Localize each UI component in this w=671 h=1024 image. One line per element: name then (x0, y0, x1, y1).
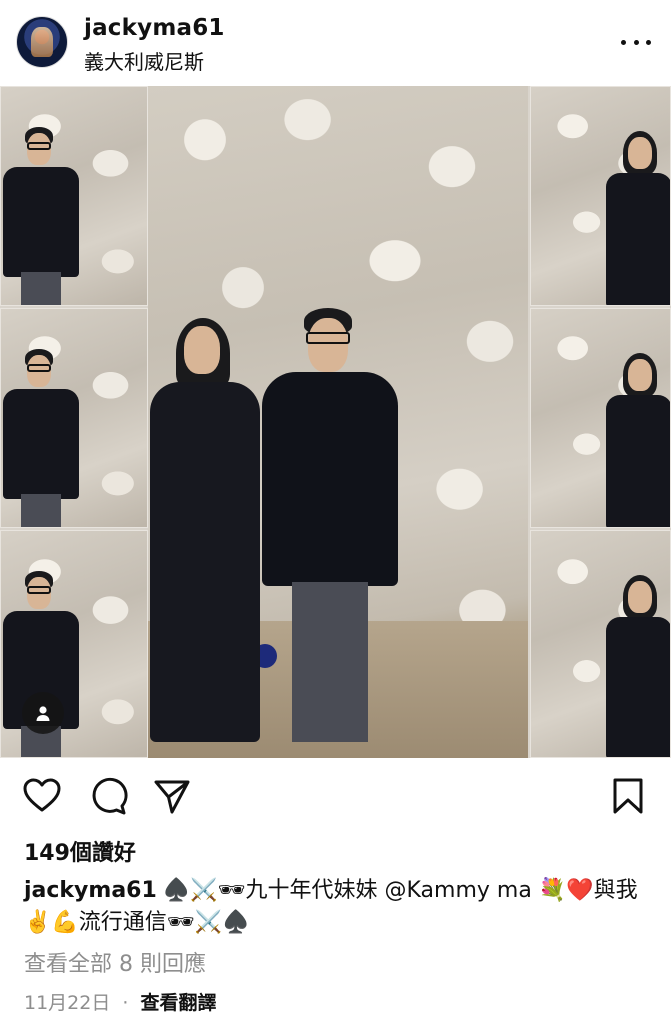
username[interactable]: jackyma61 (84, 15, 225, 41)
view-comments-link[interactable]: 查看全部 8 則回應 (24, 946, 206, 978)
collage-tile (530, 86, 671, 306)
post-photo[interactable] (0, 86, 671, 758)
location[interactable]: 義大利威尼斯 (84, 46, 204, 75)
action-bar (0, 770, 671, 822)
translate-link[interactable]: 查看翻譯 (141, 992, 217, 1014)
collage-tile (0, 530, 148, 758)
separator: · (122, 992, 129, 1014)
post-date: 11月22日 (24, 992, 111, 1014)
bookmark-icon[interactable] (608, 776, 648, 816)
collage-tile (530, 530, 671, 758)
collage-tile (0, 86, 148, 306)
more-options-icon[interactable] (621, 36, 651, 48)
heart-icon[interactable] (22, 776, 62, 816)
collage-tile (0, 308, 148, 528)
comment-icon[interactable] (88, 776, 128, 816)
post-meta: 11月22日 · 查看翻譯 (24, 988, 217, 1015)
avatar[interactable] (16, 16, 68, 68)
collage-tile (530, 308, 671, 528)
like-count[interactable]: 149個讚好 (24, 835, 136, 867)
caption-username[interactable]: jackyma61 (24, 878, 157, 903)
caption: jackyma61 ♠️⚔️🕶九十年代妹妹 @Kammy ma 💐❤️與我✌️💪流… (24, 875, 654, 939)
main-photo (148, 86, 528, 758)
user-tag-icon[interactable] (22, 692, 64, 734)
post-header: jackyma61 義大利威尼斯 (0, 0, 671, 86)
share-icon[interactable] (152, 776, 192, 816)
